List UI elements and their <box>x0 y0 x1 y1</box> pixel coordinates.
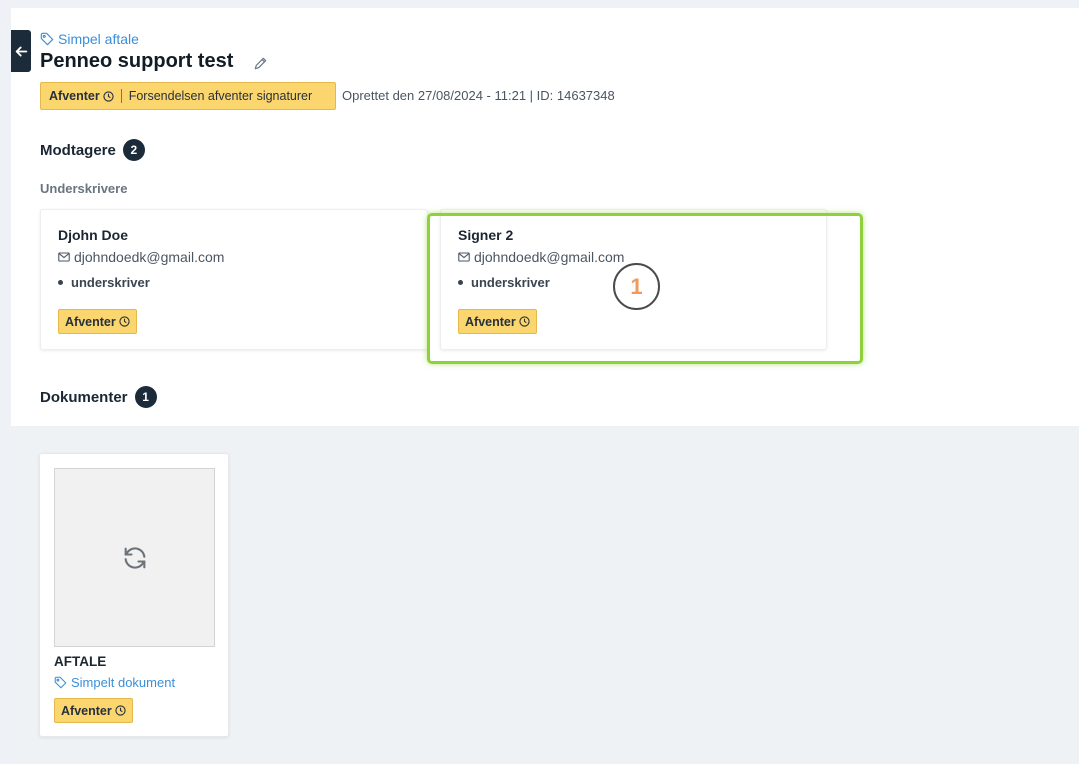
envelope-icon <box>58 252 70 262</box>
document-type-link[interactable]: Simpelt dokument <box>54 675 175 690</box>
signer-role: underskriver <box>58 275 410 290</box>
documents-title: Dokumenter <box>40 388 128 406</box>
document-title: AFTALE <box>54 654 107 669</box>
status-description: Forsendelsen afventer signaturer <box>128 89 313 103</box>
tag-icon <box>40 32 54 46</box>
signer-status-badge: Afventer <box>58 309 137 334</box>
step-marker: 1 <box>613 263 660 310</box>
signers-subheading: Underskrivere <box>40 181 128 196</box>
clock-icon <box>115 705 126 716</box>
document-card[interactable]: AFTALE Simpelt dokument Afventer <box>39 453 229 737</box>
casefile-meta: Oprettet den 27/08/2024 - 11:21 | ID: 14… <box>342 88 615 103</box>
signer-role-text: underskriver <box>71 275 150 290</box>
recipients-count-badge: 2 <box>122 139 145 161</box>
clock-icon <box>103 90 114 102</box>
document-preview[interactable] <box>54 468 215 647</box>
tag-icon <box>54 676 67 689</box>
documents-count-badge: 1 <box>134 386 157 408</box>
document-status-badge: Afventer <box>54 698 133 723</box>
document-type-label: Simpelt dokument <box>71 675 176 690</box>
signer-card[interactable]: Djohn Doe djohndoedk@gmail.com underskri… <box>40 209 428 350</box>
document-status-label: Afventer <box>61 703 112 718</box>
clock-icon <box>119 316 130 327</box>
signer-email: djohndoedk@gmail.com <box>58 249 410 265</box>
refresh-icon <box>124 546 145 569</box>
arrow-left-icon <box>15 46 27 56</box>
casefile-type-label: Simpel aftale <box>58 31 139 47</box>
status-label: Afventer <box>49 89 100 103</box>
back-button[interactable] <box>11 30 31 72</box>
recipients-title: Modtagere <box>40 141 116 159</box>
page-title: Penneo support test <box>40 50 234 72</box>
signer-status-label: Afventer <box>65 314 116 329</box>
casefile-type-link[interactable]: Simpel aftale <box>40 30 139 48</box>
documents-heading: Dokumenter 1 <box>40 386 157 408</box>
casefile-status-badge: Afventer Forsendelsen afventer signature… <box>40 82 336 110</box>
status-divider <box>120 89 122 103</box>
pencil-icon[interactable] <box>253 56 268 71</box>
signer-email-text: djohndoedk@gmail.com <box>74 249 225 265</box>
signer-name: Djohn Doe <box>58 227 128 243</box>
bullet-icon <box>58 280 63 285</box>
recipients-heading: Modtagere 2 <box>40 139 145 161</box>
